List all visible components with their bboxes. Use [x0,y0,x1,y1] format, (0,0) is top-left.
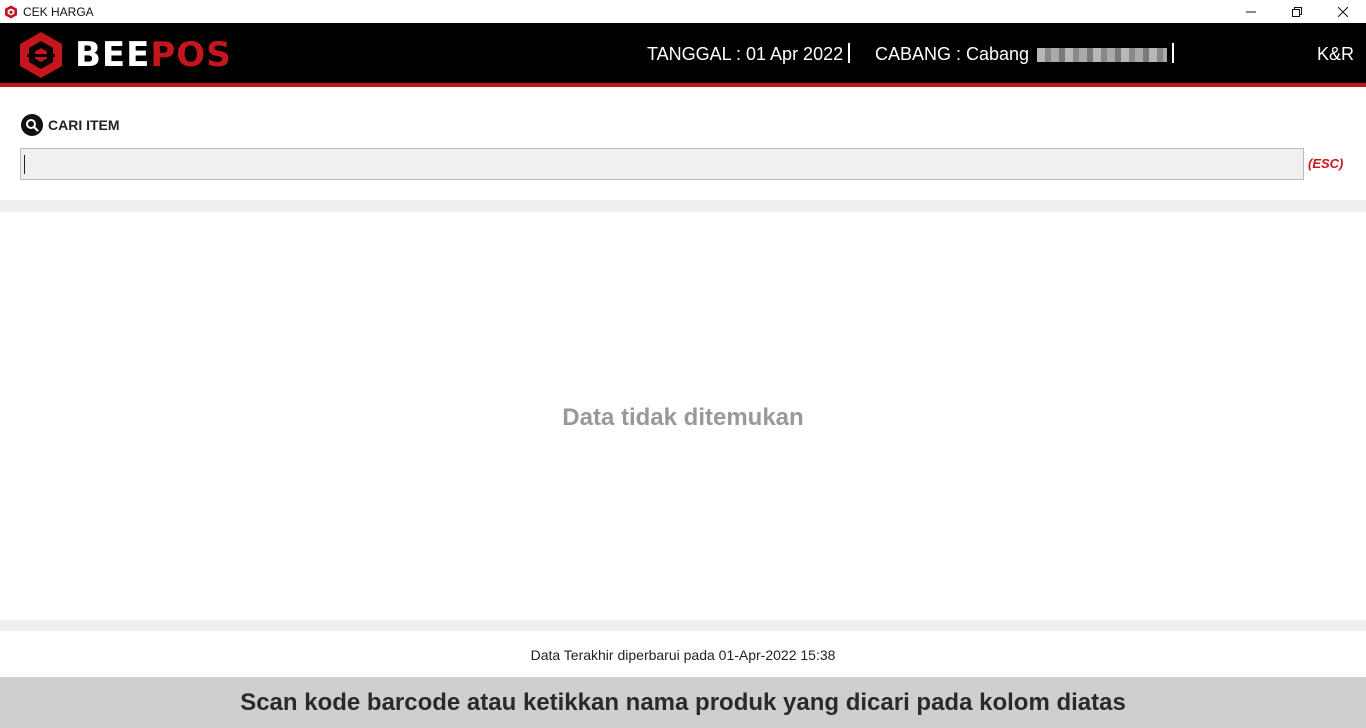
empty-results-message: Data tidak ditemukan [562,404,804,431]
header-separator [1172,43,1174,63]
search-input[interactable] [20,148,1304,180]
header-user: K&R [1316,44,1354,64]
window-title: CEK HARGA [23,4,94,19]
minimize-button[interactable] [1228,0,1274,23]
search-icon [21,114,43,136]
restore-button[interactable] [1274,0,1320,23]
search-label: CARI ITEM [21,114,120,136]
app-icon [4,5,18,19]
text-caret [24,155,25,174]
esc-hint: (ESC) [1308,156,1344,171]
minimize-icon [1246,11,1256,12]
results-divider-top [0,200,1366,212]
header-separator [848,43,850,63]
close-icon [1338,6,1348,17]
footer-instruction: Scan kode barcode atau ketikkan nama pro… [240,688,1126,716]
beepos-logo-text: BEEPOS [75,35,232,75]
results-divider-bottom [0,620,1366,631]
instruction-footer: Scan kode barcode atau ketikkan nama pro… [0,677,1366,728]
branch-name-redacted [1037,47,1168,62]
app-header: BEEPOS TANGGAL : 01 Apr 2022 CABANG : Ca… [0,23,1366,87]
restore-icon [1292,6,1302,17]
last-updated-text: Data Terakhir diperbarui pada 01-Apr-202… [530,647,836,663]
close-button[interactable] [1320,0,1366,23]
header-branch-label: CABANG : Cabang [875,44,1030,64]
header-branch: CABANG : Cabang [875,44,1168,65]
beepos-logo-icon [20,32,62,78]
search-label-text: CARI ITEM [48,117,120,133]
beepos-logo: BEEPOS [19,31,232,79]
header-date: TANGGAL : 01 Apr 2022 [647,44,844,64]
window-titlebar: CEK HARGA [0,0,1366,23]
window-controls [1228,0,1366,23]
